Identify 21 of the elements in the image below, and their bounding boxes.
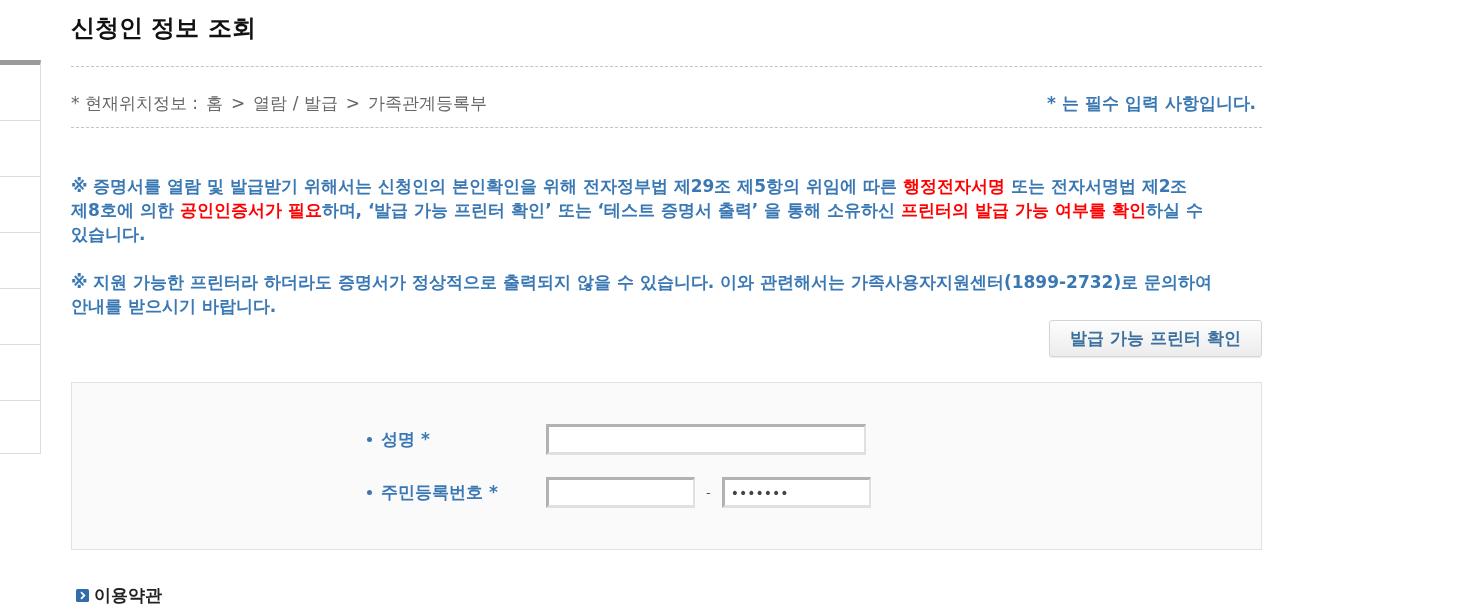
section-heading: 이용약관 bbox=[94, 586, 162, 604]
field-label: 주민등록번호 * bbox=[381, 481, 498, 504]
required-note: * 는 필수 입력 사항입니다. bbox=[1046, 93, 1256, 113]
bullet-icon bbox=[367, 437, 372, 442]
separator-dash: - bbox=[705, 485, 712, 500]
notice-paragraph: ※ 증명서를 열람 및 발급받기 위해서는 신청인의 본인확인을 위해 전자정부법 제29조 제5항의 위임에 따른 행정전자서명 또는 전자서명법 제2조 제8호에 의한 공인인증서가 필요하며, ‘발급 가능 프린터 확인’ 또는 ‘테스트 증명서 출력’ 을 통해 소유하신 프린터의 발급 가능 여부를 확인하실 수 있습니다. bbox=[71, 175, 1204, 246]
page-title: 신청인 정보 조회 bbox=[71, 13, 256, 44]
breadcrumb-separator: > bbox=[231, 93, 246, 113]
notice-paragraph: ※ 지원 가능한 프린터라 하더라도 증명서가 정상적으로 출력되지 않을 수 있습니다. 이와 관련해서는 가족사용자지원센터(1899-2732)로 문의하여 안내를 받으시기 바랍니다. bbox=[71, 271, 1214, 318]
name-field[interactable] bbox=[546, 424, 866, 455]
breadcrumb-link[interactable]: 홈 bbox=[206, 93, 224, 113]
breadcrumb-link[interactable]: 가족관계등록부 bbox=[368, 93, 488, 113]
breadcrumb-link[interactable]: 열람 / 발급 bbox=[253, 93, 338, 113]
id-number-field[interactable]: ••••••• bbox=[721, 477, 871, 508]
chevron-right-icon bbox=[76, 588, 89, 602]
bullet-icon bbox=[367, 490, 372, 495]
breadcrumb-label: * 현재위치정보 : bbox=[71, 93, 199, 113]
field-label: 성명 * bbox=[381, 428, 430, 451]
id-number-field[interactable] bbox=[546, 477, 695, 508]
printer-check-button[interactable]: 발급 가능 프린터 확인 bbox=[1049, 320, 1262, 357]
breadcrumb-separator: > bbox=[345, 93, 361, 113]
